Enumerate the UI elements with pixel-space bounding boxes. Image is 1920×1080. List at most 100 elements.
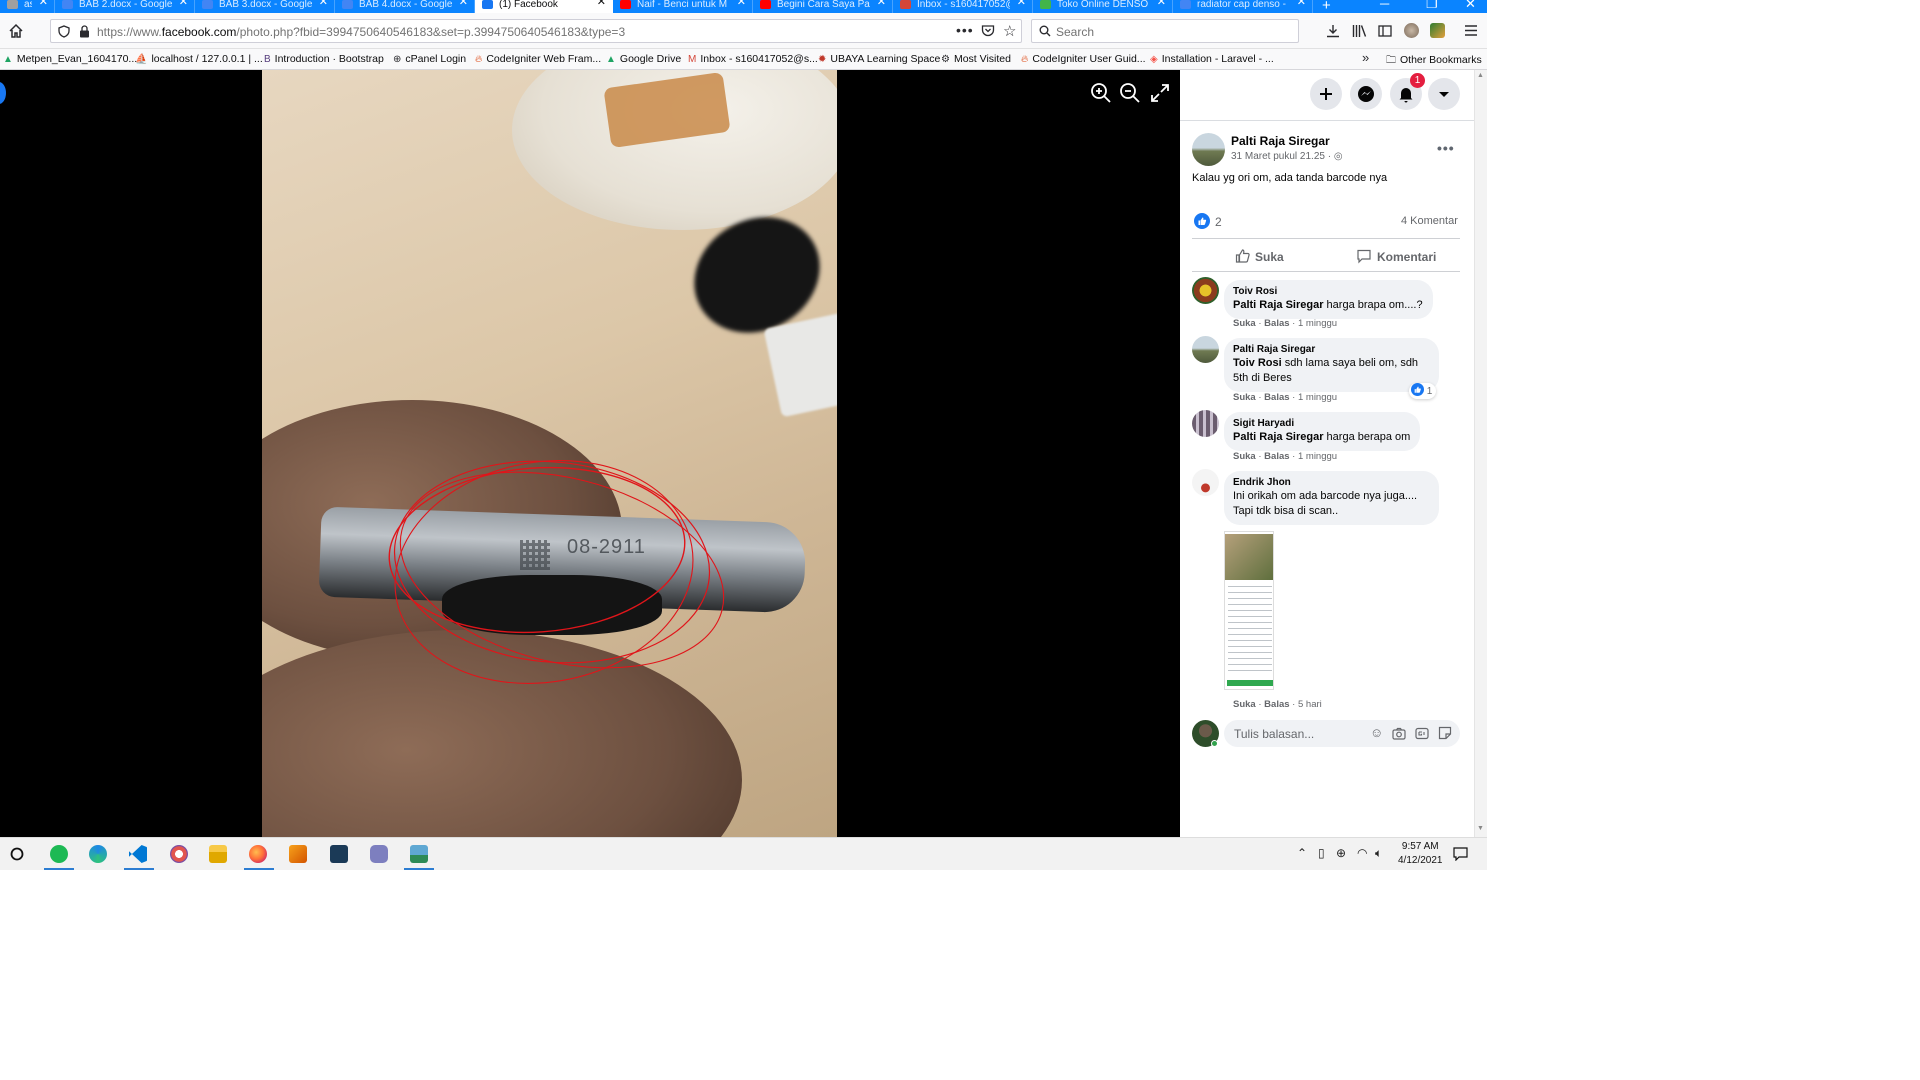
sticker-icon[interactable]	[1438, 726, 1452, 740]
reaction-count[interactable]: 2	[1215, 215, 1222, 229]
firefox-icon[interactable]	[249, 845, 267, 863]
edge-icon[interactable]	[89, 845, 107, 863]
zoom-in-icon[interactable]	[1090, 82, 1112, 104]
bookmark-item[interactable]: 🔥︎ CodeIgniter User Guid...	[1021, 53, 1146, 65]
comment-like-link[interactable]: Suka	[1233, 392, 1256, 403]
gif-icon[interactable]	[1415, 727, 1429, 740]
bookmark-item[interactable]: ✹ UBAYA Learning Space	[818, 53, 940, 65]
emoji-icon[interactable]: ☺	[1370, 725, 1383, 740]
browser-tab[interactable]: (1) Facebook ✕	[475, 0, 613, 13]
create-button[interactable]	[1310, 78, 1342, 110]
browser-tab[interactable]: BAB 3.docx - Google ✕	[195, 0, 335, 13]
comment-time[interactable]: 1 minggu	[1298, 451, 1337, 462]
url-bar[interactable]: https://www.facebook.com/photo.php?fbid=…	[50, 19, 1022, 43]
search-box[interactable]: Search	[1031, 19, 1299, 43]
comment-time[interactable]: 1 minggu	[1298, 392, 1337, 403]
post-author-name[interactable]: Palti Raja Siregar	[1231, 134, 1330, 148]
vscode-icon[interactable]	[129, 845, 147, 863]
post-options-icon[interactable]: •••	[1437, 140, 1455, 156]
browser-tab[interactable]: radiator cap denso - ✕	[1173, 0, 1313, 13]
new-tab-button[interactable]: +	[1322, 0, 1331, 14]
like-button[interactable]: Suka	[1235, 248, 1284, 264]
tab-close-icon[interactable]: ✕	[459, 0, 468, 8]
commenter-name[interactable]: Palti Raja Siregar	[1233, 343, 1429, 356]
browser-tab[interactable]: askan la ✕	[0, 0, 55, 13]
mysql-workbench-icon[interactable]	[330, 845, 348, 863]
account-avatar-icon[interactable]	[1404, 23, 1419, 38]
bookmark-item[interactable]: ▲ Metpen_Evan_1604170...	[3, 53, 137, 65]
commenter-avatar[interactable]	[1192, 469, 1219, 496]
comment-time[interactable]: 1 minggu	[1298, 318, 1337, 329]
bookmark-item[interactable]: B Introduction · Bootstrap	[264, 53, 384, 65]
browser-tab[interactable]: BAB 4.docx - Google ✕	[335, 0, 475, 13]
reply-input[interactable]: Tulis balasan... ☺	[1224, 720, 1460, 747]
xampp-icon[interactable]	[289, 845, 307, 863]
tab-close-icon[interactable]: ✕	[1297, 0, 1306, 8]
downloads-icon[interactable]	[1326, 24, 1340, 38]
comment-reply-link[interactable]: Balas	[1264, 451, 1289, 462]
mention-link[interactable]: Palti Raja Siregar	[1233, 299, 1324, 311]
commenter-name[interactable]: Endrik Jhon	[1233, 476, 1429, 489]
zoom-out-icon[interactable]	[1119, 82, 1141, 104]
browser-tab[interactable]: Inbox - s160417052@ ✕	[893, 0, 1033, 13]
scroll-up-arrow-icon[interactable]: ▲	[1477, 72, 1484, 79]
wifi-icon[interactable]: ◠	[1357, 846, 1367, 860]
cortana-search-icon[interactable]	[10, 847, 24, 861]
bookmark-item[interactable]: ⊕ cPanel Login	[393, 53, 466, 65]
discord-like-icon[interactable]	[370, 845, 388, 863]
commenter-name[interactable]: Toiv Rosi	[1233, 285, 1423, 298]
spotify-icon[interactable]	[50, 845, 68, 863]
other-bookmarks[interactable]: 🗀 Other Bookmarks	[1386, 53, 1482, 69]
commenter-avatar[interactable]	[1192, 410, 1219, 437]
bookmark-item[interactable]: ▲ Google Drive	[606, 53, 681, 65]
comment-count[interactable]: 4 Komentar	[1401, 215, 1458, 227]
fullscreen-icon[interactable]	[1149, 82, 1171, 104]
bookmark-item[interactable]: ◈ Installation - Laravel - ...	[1150, 53, 1274, 65]
tracking-protection-shield-icon[interactable]	[58, 25, 70, 38]
browser-tab[interactable]: BAB 2.docx - Google ✕	[55, 0, 195, 13]
extension-icon[interactable]	[1430, 23, 1445, 38]
comment-like-link[interactable]: Suka	[1233, 451, 1256, 462]
commenter-avatar[interactable]	[1192, 277, 1219, 304]
network-globe-icon[interactable]: ⊕	[1336, 846, 1346, 860]
tab-close-icon[interactable]: ✕	[1157, 0, 1166, 8]
camera-icon[interactable]	[1392, 727, 1406, 740]
tab-close-icon[interactable]: ✕	[319, 0, 328, 8]
action-center-icon[interactable]	[1453, 847, 1468, 861]
comment-attachment-image[interactable]	[1224, 531, 1274, 690]
browser-tab[interactable]: Begini Cara Saya Pas ✕	[753, 0, 893, 13]
bookmark-item[interactable]: M Inbox - s160417052@s...	[688, 53, 818, 65]
bookmark-star-icon[interactable]: ☆	[1003, 22, 1016, 40]
tab-close-icon[interactable]: ✕	[39, 0, 48, 8]
browser-tab[interactable]: Toko Online DENSO ✕	[1033, 0, 1173, 13]
home-icon[interactable]	[8, 23, 24, 39]
tab-close-icon[interactable]: ✕	[597, 0, 606, 8]
minimize-button[interactable]: ─	[1380, 0, 1389, 11]
tab-close-icon[interactable]: ✕	[1017, 0, 1026, 8]
volume-icon[interactable]: 🔈︎	[1375, 846, 1382, 861]
photos-icon[interactable]	[410, 845, 428, 863]
comment-button[interactable]: Komentari	[1356, 248, 1436, 264]
sidebar-toggle-icon[interactable]	[1378, 24, 1392, 38]
comment-like-link[interactable]: Suka	[1233, 699, 1256, 710]
comment-reply-link[interactable]: Balas	[1264, 392, 1289, 403]
comment-time[interactable]: 5 hari	[1298, 699, 1322, 710]
post-author-avatar[interactable]	[1192, 133, 1225, 166]
system-clock[interactable]: 9:57 AM 4/12/2021	[1398, 840, 1443, 868]
bookmark-item[interactable]: ⚙ Most Visited	[941, 53, 1011, 65]
messenger-button[interactable]	[1350, 78, 1382, 110]
bookmarks-overflow-chevron-icon[interactable]: »	[1362, 50, 1369, 65]
comment-reply-link[interactable]: Balas	[1264, 318, 1289, 329]
scrollbar[interactable]: ▲ ▼	[1474, 70, 1487, 837]
bookmark-item[interactable]: ⛵ localhost / 127.0.0.1 | ...	[135, 53, 263, 65]
scroll-down-arrow-icon[interactable]: ▼	[1477, 825, 1484, 832]
facebook-logo-icon[interactable]	[0, 82, 6, 104]
tab-close-icon[interactable]: ✕	[179, 0, 188, 8]
snip-sketch-icon[interactable]	[170, 845, 188, 863]
tab-close-icon[interactable]: ✕	[737, 0, 746, 8]
battery-icon[interactable]: ▯	[1318, 846, 1325, 860]
library-icon[interactable]	[1352, 24, 1367, 38]
tab-close-icon[interactable]: ✕	[877, 0, 886, 8]
commenter-avatar[interactable]	[1192, 336, 1219, 363]
close-window-button[interactable]: ✕	[1465, 0, 1476, 12]
